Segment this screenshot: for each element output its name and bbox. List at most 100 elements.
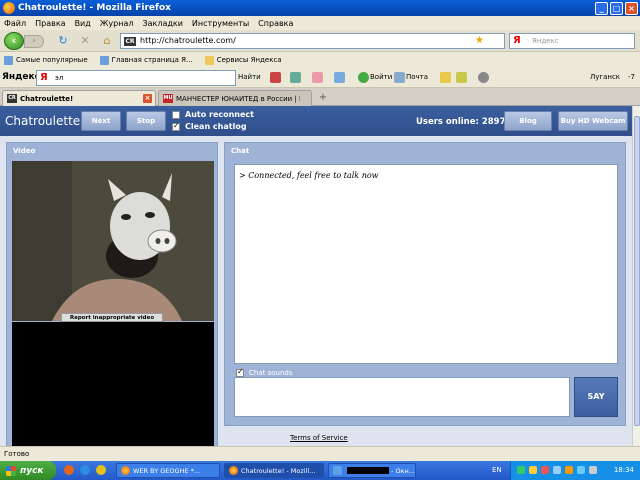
- clean-chatlog-checkbox[interactable]: [172, 121, 180, 131]
- menu-history[interactable]: Журнал: [100, 19, 134, 28]
- windows-logo-icon: [6, 465, 16, 476]
- site-favicon: CR: [124, 37, 136, 46]
- page-icon: [99, 55, 109, 65]
- partner-video: [12, 161, 214, 321]
- firefox-quicklaunch-icon[interactable]: [64, 465, 74, 475]
- stop-button[interactable]: Stop: [126, 111, 166, 131]
- site-header: Chatroulette Next Stop Auto reconnect Cl…: [0, 106, 632, 136]
- yandex-icon: Я: [513, 35, 521, 46]
- auto-reconnect-option[interactable]: Auto reconnect: [172, 110, 254, 119]
- gear-icon[interactable]: [478, 72, 489, 83]
- bookmark-yandex-home[interactable]: Главная страница Я...: [99, 55, 193, 65]
- chat-sounds-option[interactable]: Chat sounds: [236, 367, 292, 377]
- clock: 18:34: [613, 466, 634, 474]
- start-button[interactable]: пуск: [0, 461, 56, 480]
- signal-icon[interactable]: [290, 72, 301, 83]
- yandex-query: эл: [55, 74, 64, 82]
- checkmark-icon[interactable]: [334, 72, 345, 83]
- scrollbar-thumb[interactable]: [634, 116, 640, 426]
- navigation-toolbar: ‹ › ↻ ✕ ⌂ CR http://chatroulette.com/ ★ …: [0, 30, 640, 52]
- yandex-brand: Яндекс: [2, 72, 40, 82]
- language-indicator[interactable]: EN: [492, 466, 502, 474]
- terms-of-service-link[interactable]: Terms of Service: [290, 434, 348, 442]
- menu-file[interactable]: Файл: [4, 19, 26, 28]
- folder-icon: [204, 55, 214, 65]
- page-scrollbar[interactable]: [632, 106, 640, 446]
- buy-hd-webcam-button[interactable]: Buy HD Webcam: [558, 111, 628, 131]
- chat-message: > Connected, feel free to talk now: [239, 171, 379, 180]
- site-favicon: CR: [7, 94, 17, 103]
- chat-sounds-checkbox[interactable]: [236, 367, 244, 377]
- taskbar-task-firefox[interactable]: Chatroulette! - Mozill...: [224, 463, 324, 478]
- chat-bubble-icon[interactable]: [312, 72, 323, 83]
- yandex-search-input[interactable]: Я эл: [36, 70, 236, 86]
- tab-chatroulette[interactable]: CR Chatroulette! ×: [2, 90, 156, 106]
- search-placeholder: Яндекс: [532, 37, 559, 45]
- menu-tools[interactable]: Инструменты: [192, 19, 249, 28]
- tray-app-icon[interactable]: [577, 466, 585, 474]
- taskbar-task-window[interactable]: - Окн...: [328, 463, 416, 478]
- window-title: Chatroulette! - Mozilla Firefox: [18, 3, 171, 13]
- tray-app-icon[interactable]: [553, 466, 561, 474]
- sun-icon[interactable]: [440, 72, 451, 83]
- address-bar[interactable]: CR http://chatroulette.com/ ★: [120, 33, 505, 49]
- url-text: http://chatroulette.com/: [140, 36, 236, 45]
- find-button[interactable]: Найти: [238, 73, 261, 81]
- reload-icon[interactable]: ↻: [56, 34, 70, 48]
- back-button[interactable]: ‹: [4, 32, 24, 50]
- tray-app-icon[interactable]: [517, 466, 525, 474]
- ie-quicklaunch-icon[interactable]: [80, 465, 90, 475]
- blog-button[interactable]: Blog: [504, 111, 552, 131]
- firefox-icon: [229, 466, 238, 475]
- tray-app-icon[interactable]: [529, 466, 537, 474]
- partner-video-frame: [12, 161, 214, 321]
- yandex-toolbar: Яндекс Я эл Найти Войти Почта Луганск -7: [0, 68, 640, 88]
- auto-reconnect-checkbox[interactable]: [172, 110, 180, 119]
- desktop-quicklaunch-icon[interactable]: [96, 465, 106, 475]
- volume-icon[interactable]: [589, 466, 597, 474]
- say-button[interactable]: SAY: [574, 377, 618, 417]
- tray-app-icon[interactable]: [541, 466, 549, 474]
- maximize-button[interactable]: □: [610, 1, 623, 15]
- home-icon[interactable]: ⌂: [100, 34, 114, 48]
- bookmark-most-visited[interactable]: Самые популярные: [4, 55, 88, 65]
- menu-help[interactable]: Справка: [258, 19, 293, 28]
- taskbar-task-winamp[interactable]: WER BY GEOGHE *...: [116, 463, 220, 478]
- forward-button[interactable]: ›: [24, 35, 44, 48]
- new-tab-button[interactable]: +: [316, 92, 330, 104]
- tray-app-icon[interactable]: [565, 466, 573, 474]
- windows-taskbar: пуск WER BY GEOGHE *... Chatroulette! - …: [0, 461, 640, 480]
- pen-icon[interactable]: [270, 72, 281, 83]
- bookmarks-toolbar: Самые популярные Главная страница Я... С…: [0, 52, 640, 68]
- own-video: [12, 322, 214, 446]
- next-button[interactable]: Next: [81, 111, 121, 131]
- status-bar: Готово: [0, 446, 640, 461]
- close-window-button[interactable]: ×: [625, 1, 638, 15]
- mail-link[interactable]: Почта: [406, 73, 428, 81]
- status-text: Готово: [4, 450, 30, 458]
- star-icon[interactable]: [456, 72, 467, 83]
- login-link[interactable]: Войти: [370, 73, 392, 81]
- yandex-icon: Я: [40, 72, 48, 83]
- users-online-count: Users online: 2897: [416, 117, 506, 127]
- window-icon: [333, 466, 342, 475]
- chat-input[interactable]: [234, 377, 570, 417]
- clean-chatlog-option[interactable]: Clean chatlog: [172, 121, 247, 131]
- window-titlebar: Chatroulette! - Mozilla Firefox _ □ ×: [0, 0, 640, 16]
- tab-manchester-united[interactable]: MU МАНЧЕСТЕР ЮНАЙТЕД в России | Ма...: [158, 90, 312, 106]
- bookmark-yandex-services[interactable]: Сервисы Яндекса: [204, 55, 282, 65]
- bookmark-star-icon[interactable]: ★: [475, 35, 484, 46]
- menu-edit[interactable]: Правка: [35, 19, 65, 28]
- site-brand: Chatroulette: [5, 114, 81, 128]
- close-tab-icon[interactable]: ×: [143, 94, 152, 103]
- minimize-button[interactable]: _: [595, 1, 608, 15]
- site-favicon: MU: [163, 94, 173, 103]
- menu-bookmarks[interactable]: Закладки: [142, 19, 182, 28]
- report-video-button[interactable]: Report inappropriate video: [61, 313, 163, 322]
- search-box[interactable]: Я Яндекс: [509, 33, 635, 49]
- menu-view[interactable]: Вид: [75, 19, 91, 28]
- bookmark-icon: [4, 55, 13, 65]
- chat-panel-title: Chat: [231, 147, 250, 155]
- stop-icon[interactable]: ✕: [78, 34, 92, 48]
- chat-log[interactable]: > Connected, feel free to talk now: [234, 164, 618, 364]
